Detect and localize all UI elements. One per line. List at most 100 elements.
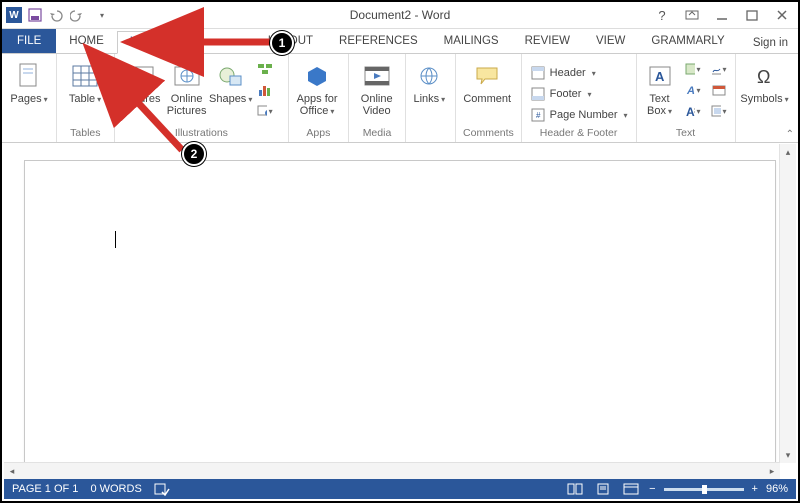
collapse-ribbon-icon[interactable]: ⌃ bbox=[786, 129, 794, 140]
pages-button[interactable]: Pages bbox=[6, 57, 52, 105]
online-video-button[interactable]: Online Video bbox=[353, 57, 401, 117]
group-apps: Apps for Office Apps bbox=[289, 54, 349, 142]
apps-button[interactable]: Apps for Office bbox=[293, 57, 341, 117]
read-mode-icon[interactable] bbox=[565, 481, 585, 497]
comment-button[interactable]: Comment bbox=[460, 57, 514, 105]
document-title: Document2 - Word bbox=[350, 8, 450, 22]
group-pages: Pages bbox=[2, 54, 57, 142]
video-icon bbox=[362, 61, 392, 91]
video-label: Online Video bbox=[361, 93, 393, 117]
tab-view[interactable]: VIEW bbox=[583, 30, 638, 53]
minimize-icon[interactable] bbox=[710, 3, 734, 27]
group-text: A Text Box A A Text bbox=[637, 54, 736, 142]
text-small-col1: A A bbox=[681, 57, 705, 121]
zoom-slider[interactable] bbox=[664, 488, 744, 491]
signature-icon bbox=[711, 61, 727, 77]
tab-home[interactable]: HOME bbox=[56, 30, 117, 53]
tab-file[interactable]: FILE bbox=[2, 29, 56, 53]
online-pictures-button[interactable]: Online Pictures bbox=[165, 57, 209, 117]
shapes-label: Shapes bbox=[209, 93, 252, 105]
page[interactable] bbox=[24, 160, 776, 463]
media-group-label: Media bbox=[353, 127, 402, 141]
word-count[interactable]: 0 WORDS bbox=[90, 483, 141, 495]
screenshot-icon bbox=[257, 103, 273, 119]
maximize-icon[interactable] bbox=[740, 3, 764, 27]
signature-line-button[interactable] bbox=[707, 59, 731, 79]
qat-customize-icon[interactable] bbox=[92, 6, 110, 24]
web-layout-icon[interactable] bbox=[621, 481, 641, 497]
redo-icon[interactable] bbox=[70, 6, 88, 24]
tab-layout[interactable]: LAYOUT bbox=[255, 30, 326, 53]
tab-references[interactable]: REFERENCES bbox=[326, 30, 431, 53]
online-pictures-label: Online Pictures bbox=[167, 93, 207, 117]
print-layout-icon[interactable] bbox=[593, 481, 613, 497]
tab-insert[interactable]: INSERT bbox=[117, 31, 185, 54]
shapes-icon bbox=[216, 61, 246, 91]
svg-text:A: A bbox=[686, 85, 695, 96]
footer-icon bbox=[530, 86, 546, 102]
shapes-button[interactable]: Shapes bbox=[211, 57, 251, 105]
proofing-icon[interactable] bbox=[154, 482, 170, 496]
drop-cap-icon: A bbox=[685, 103, 701, 119]
quick-parts-button[interactable] bbox=[681, 59, 705, 79]
table-button[interactable]: Table bbox=[61, 57, 109, 105]
screenshot-button[interactable] bbox=[253, 101, 277, 121]
undo-icon[interactable] bbox=[48, 6, 66, 24]
links-label: Links bbox=[413, 93, 445, 105]
illustrations-group-label: Illustrations bbox=[119, 127, 284, 141]
svg-text:#: # bbox=[536, 111, 541, 120]
links-button[interactable]: Links bbox=[410, 57, 448, 105]
page-number-icon: # bbox=[530, 107, 546, 123]
smartart-icon bbox=[257, 61, 273, 77]
page-number-button[interactable]: # Page Number bbox=[526, 105, 632, 125]
drop-cap-button[interactable]: A bbox=[681, 101, 705, 121]
text-small-col2 bbox=[707, 57, 731, 121]
group-comments: Comment Comments bbox=[456, 54, 521, 142]
save-icon[interactable] bbox=[26, 6, 44, 24]
table-label: Table bbox=[69, 93, 101, 105]
zoom-in-icon[interactable]: + bbox=[752, 483, 758, 495]
header-button[interactable]: Header bbox=[526, 63, 632, 83]
vertical-scrollbar[interactable]: ▴ ▾ bbox=[779, 144, 796, 463]
scroll-up-icon[interactable]: ▴ bbox=[780, 144, 796, 160]
chart-icon bbox=[257, 82, 273, 98]
sign-in-link[interactable]: Sign in bbox=[743, 33, 798, 53]
scroll-down-icon[interactable]: ▾ bbox=[780, 447, 796, 463]
object-icon bbox=[711, 103, 727, 119]
symbols-button[interactable]: Ω Symbols bbox=[740, 57, 790, 105]
tab-grammarly[interactable]: GRAMMARLY bbox=[638, 30, 737, 53]
page-status[interactable]: PAGE 1 OF 1 bbox=[12, 483, 78, 495]
footer-button[interactable]: Footer bbox=[526, 84, 632, 104]
group-header-footer: Header Footer # Page Number Header & Foo… bbox=[522, 54, 637, 142]
window-controls: ? bbox=[650, 2, 794, 28]
word-window: W Document2 - Word ? bbox=[0, 0, 800, 503]
date-time-button[interactable] bbox=[707, 80, 731, 100]
links-icon bbox=[414, 61, 444, 91]
horizontal-scrollbar[interactable]: ◂ ▸ bbox=[4, 462, 780, 479]
text-box-button[interactable]: A Text Box bbox=[641, 57, 679, 117]
scroll-right-icon[interactable]: ▸ bbox=[764, 466, 780, 477]
zoom-out-icon[interactable]: − bbox=[649, 483, 655, 495]
online-pictures-icon bbox=[172, 61, 202, 91]
help-icon[interactable]: ? bbox=[650, 3, 674, 27]
text-box-icon: A bbox=[645, 61, 675, 91]
wordart-button[interactable]: A bbox=[681, 80, 705, 100]
tab-review[interactable]: REVIEW bbox=[512, 30, 583, 53]
group-illustrations: Pictures Online Pictures Shapes bbox=[115, 54, 289, 142]
group-tables: Table Tables bbox=[57, 54, 115, 142]
object-button[interactable] bbox=[707, 101, 731, 121]
zoom-level[interactable]: 96% bbox=[766, 483, 788, 495]
text-box-label: Text Box bbox=[647, 93, 672, 117]
ribbon-display-icon[interactable] bbox=[680, 3, 704, 27]
tab-mailings[interactable]: MAILINGS bbox=[431, 30, 512, 53]
pictures-button[interactable]: Pictures bbox=[119, 57, 163, 105]
chart-button[interactable] bbox=[253, 80, 277, 100]
svg-text:Ω: Ω bbox=[757, 67, 770, 87]
close-icon[interactable] bbox=[770, 3, 794, 27]
smartart-button[interactable] bbox=[253, 59, 277, 79]
date-icon bbox=[711, 82, 727, 98]
header-icon bbox=[530, 65, 546, 81]
omega-icon: Ω bbox=[750, 61, 780, 91]
scroll-left-icon[interactable]: ◂ bbox=[4, 466, 20, 477]
text-cursor bbox=[115, 231, 116, 248]
